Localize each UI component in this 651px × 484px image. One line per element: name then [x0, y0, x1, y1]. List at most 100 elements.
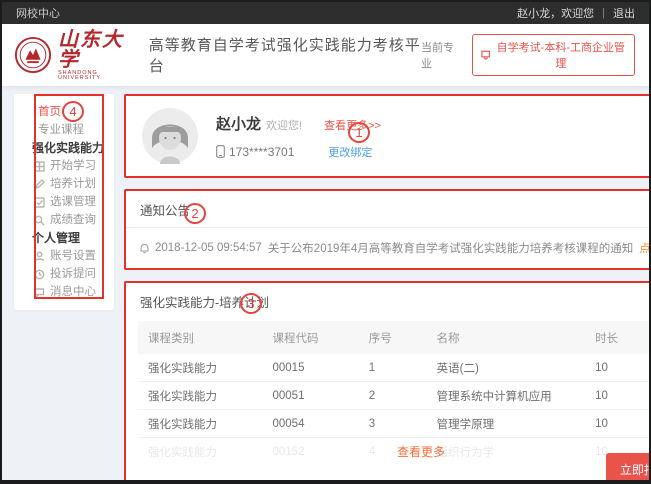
sidebar-item-start-learning[interactable]: 开始学习: [14, 157, 114, 175]
cell-code: 00054: [263, 418, 359, 430]
col-header: 时长: [585, 330, 642, 346]
sidebar-item-course-selection[interactable]: 选课管理: [14, 193, 114, 211]
main-column: 1 赵小龙 欢迎您! 查看更多>>: [124, 94, 651, 482]
search-icon: [34, 215, 45, 226]
sidebar-item-label: 投诉提问: [50, 265, 96, 283]
table-body: 强化实践能力 00015 1 英语(二) 10 ✓ 强化实践能力 00051 2…: [138, 354, 651, 466]
sidebar: 4 首页 专业课程 强化实践能力 开始学习 培养计划: [14, 94, 114, 310]
annotation-circle-3: 3: [240, 293, 262, 314]
register-pay-button[interactable]: 立即报名缴费: [606, 453, 651, 484]
current-major-label: 当前专业: [421, 39, 462, 71]
sidebar-item-message-center[interactable]: 消息中心: [14, 283, 114, 301]
cell-code: 00051: [263, 390, 359, 402]
app-header: 山东大学 SHANDONG UNIVERSITY 高等教育自学考试强化实践能力考…: [2, 24, 649, 86]
change-binding-link[interactable]: 更改绑定: [328, 144, 372, 160]
col-header: 名称: [427, 330, 585, 346]
user-phone: 173****3701: [216, 145, 294, 159]
cell-name: 管理系统中计算机应用: [427, 388, 585, 404]
chat-icon: [34, 287, 45, 298]
major-select-button[interactable]: 自学考试-本科-工商企业管理: [472, 34, 635, 76]
topbar: 网校中心 赵小龙，欢迎您 | 退出: [2, 2, 649, 24]
sidebar-item-major-courses[interactable]: 专业课程: [14, 121, 114, 139]
cell-category: 强化实践能力: [138, 360, 263, 376]
table-row: 强化实践能力 00054 3 管理学原理 10 ✓: [138, 410, 651, 438]
sidebar-item-label: 专业课程: [38, 121, 84, 139]
cell-code: 00015: [263, 362, 359, 374]
cell-category: 强化实践能力: [138, 388, 263, 404]
sidebar-item-account-settings[interactable]: 账号设置: [14, 247, 114, 265]
page-title: 高等教育自学考试强化实践能力考核平台: [149, 34, 421, 76]
cell-duration: 10: [585, 390, 642, 402]
training-plan-card: 3 强化实践能力-培养计划 课程类别 课程代码 序号 名称 时长 能否报考 强化…: [124, 281, 651, 482]
sidebar-item-training-plan[interactable]: 培养计划: [14, 175, 114, 193]
sidebar-item-label: 消息中心: [50, 283, 96, 301]
table-row: 强化实践能力 00051 2 管理系统中计算机应用 10 ✓: [138, 382, 651, 410]
col-header: 课程类别: [138, 330, 263, 346]
grid-icon: [34, 161, 45, 172]
clock-icon: [34, 269, 45, 280]
notice-text: 关于公布2019年4月高等教育自学考试强化实践能力培养考核课程的通知: [268, 240, 633, 256]
col-header: 序号: [359, 330, 427, 346]
sidebar-item-label: 成绩查询: [50, 211, 96, 229]
plan-title: 强化实践能力-培养计划: [126, 283, 651, 319]
cell-name: 组织行为学: [427, 444, 585, 460]
cell-seq: 1: [359, 362, 427, 374]
sidebar-group-label: 个人管理: [32, 229, 80, 247]
col-header: 课程代码: [263, 330, 359, 346]
logout-link[interactable]: 退出: [613, 5, 635, 21]
university-logo: 山东大学 SHANDONG UNIVERSITY: [14, 29, 139, 82]
cell-code: 00152: [263, 446, 359, 458]
click-to-view-link[interactable]: 点击查看 >>: [639, 240, 651, 256]
sidebar-group-label: 强化实践能力: [32, 139, 104, 157]
cell-category: 强化实践能力: [138, 416, 263, 432]
topbar-brand[interactable]: 网校中心: [16, 5, 60, 21]
annotation-circle-1: 1: [348, 122, 370, 143]
table-row-faded: 强化实践能力 00152 4 组织行为学 10 ✓: [138, 438, 651, 466]
user-icon: [34, 251, 45, 262]
notice-card: 2 通知公告 2018-12-05 09:54:57 关于公布2019年4月高等…: [124, 189, 651, 270]
certificate-icon: [481, 50, 490, 60]
welcome-text: 欢迎您!: [266, 117, 302, 133]
topbar-separator: |: [602, 7, 605, 19]
avatar: [142, 108, 198, 164]
table-row: 强化实践能力 00015 1 英语(二) 10 ✓: [138, 354, 651, 382]
col-header: 能否报考: [642, 330, 651, 346]
user-info-card: 1 赵小龙 欢迎您! 查看更多>>: [124, 94, 651, 178]
cell-duration: 10: [585, 362, 642, 374]
university-seal-icon: [14, 36, 52, 74]
annotation-circle-2: 2: [184, 203, 206, 224]
sidebar-item-label: 账号设置: [50, 247, 96, 265]
sidebar-item-label: 首页: [38, 103, 61, 121]
checkbox-icon: [34, 197, 45, 208]
university-name-en: SHANDONG UNIVERSITY: [58, 71, 139, 82]
bell-icon: [140, 243, 149, 254]
sidebar-group-personal: 个人管理: [14, 229, 114, 247]
cell-seq: 2: [359, 390, 427, 402]
sidebar-item-label: 培养计划: [50, 175, 96, 193]
topbar-username: 赵小龙，欢迎您: [517, 5, 594, 21]
user-name: 赵小龙: [216, 113, 261, 134]
cell-name: 管理学原理: [427, 416, 585, 432]
notice-item[interactable]: 2018-12-05 09:54:57 关于公布2019年4月高等教育自学考试强…: [126, 228, 651, 268]
pen-icon: [34, 179, 45, 190]
major-button-label: 自学考试-本科-工商企业管理: [496, 39, 626, 71]
content-area: 4 首页 专业课程 强化实践能力 开始学习 培养计划: [2, 86, 649, 482]
cell-seq: 3: [359, 418, 427, 430]
sidebar-group-practice: 强化实践能力: [14, 139, 114, 157]
table-header-row: 课程类别 课程代码 序号 名称 时长 能否报考: [138, 321, 651, 354]
browser-window: 网校中心 赵小龙，欢迎您 | 退出 山东大学 SHANDONG UNIVERSI…: [0, 0, 651, 484]
sidebar-item-label: 开始学习: [50, 157, 96, 175]
cell-category: 强化实践能力: [138, 444, 263, 460]
cell-name: 英语(二): [427, 360, 585, 376]
cell-duration: 10: [585, 418, 642, 430]
annotation-circle-4: 4: [62, 101, 84, 122]
course-table: 课程类别 课程代码 序号 名称 时长 能否报考 强化实践能力 00015 1 英…: [138, 321, 651, 466]
sidebar-item-complaints[interactable]: 投诉提问: [14, 265, 114, 283]
sidebar-item-score-query[interactable]: 成绩查询: [14, 211, 114, 229]
phone-number: 173****3701: [229, 145, 294, 159]
university-name-cn: 山东大学: [58, 29, 139, 69]
phone-icon: [216, 145, 225, 158]
sidebar-item-label: 选课管理: [50, 193, 96, 211]
see-more-link[interactable]: 查看更多: [397, 443, 445, 460]
notice-date: 2018-12-05 09:54:57: [155, 242, 262, 254]
